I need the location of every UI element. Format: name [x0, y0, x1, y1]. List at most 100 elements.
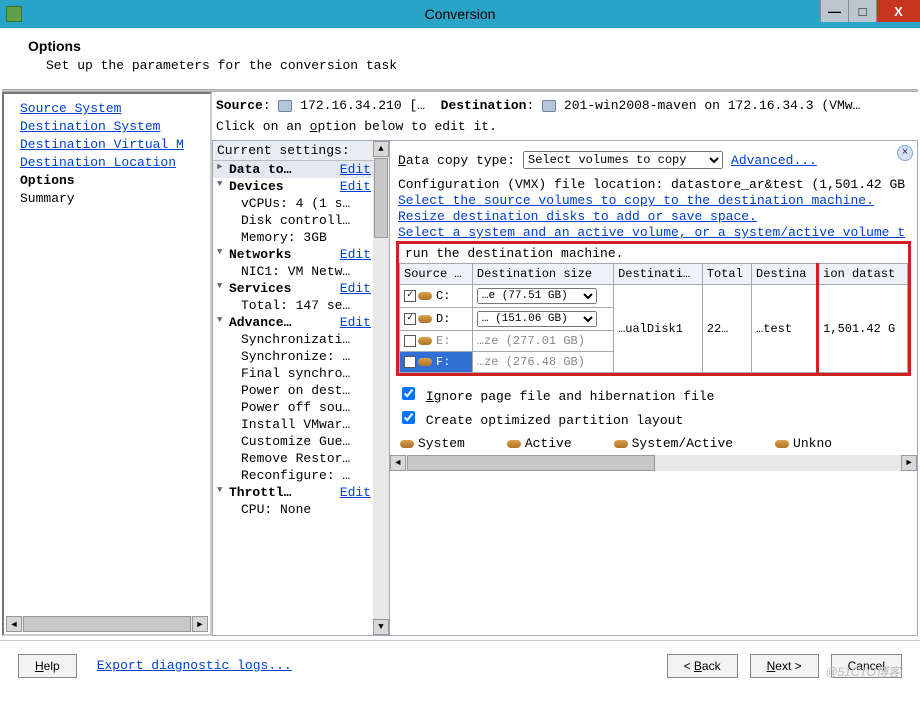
cancel-button[interactable]: Cancel — [831, 654, 902, 678]
tree-item-label: Devices — [229, 179, 336, 194]
tree-item[interactable]: ▼Throttl…Edit — [213, 484, 389, 501]
col-destina[interactable]: Destina — [752, 264, 818, 285]
size-select[interactable]: …e (77.51 GB) — [477, 288, 597, 304]
tree-header: Current settings: — [217, 143, 350, 158]
tree-item[interactable]: ►Data to…Edit — [213, 161, 389, 178]
table-row[interactable]: C: …e (77.51 GB) …ualDisk1 22… …test 1,5… — [400, 285, 908, 308]
tree-item[interactable]: ▼DevicesEdit — [213, 178, 389, 195]
col-total[interactable]: Total — [702, 264, 751, 285]
size-label: …ze (276.48 GB) — [472, 352, 613, 373]
tree-item[interactable]: Power off sou… — [213, 399, 389, 416]
tree-item[interactable]: Power on dest… — [213, 382, 389, 399]
tree-scrollbar[interactable]: ▲ ▼ — [373, 141, 389, 635]
select-system-link[interactable]: Select a system and an active volume, or… — [398, 225, 905, 240]
tree-item-label: Install VMwar… — [241, 417, 371, 432]
detail-scrollbar[interactable]: ◄ ► — [390, 455, 917, 471]
help-button[interactable]: Help — [18, 654, 77, 678]
nav-options[interactable]: Options — [20, 172, 208, 190]
ignore-pagefile-checkbox[interactable]: Ignore page file and hibernation file — [398, 384, 909, 404]
volume-checkbox[interactable] — [404, 313, 416, 325]
tree-item[interactable]: ▼NetworksEdit — [213, 246, 389, 263]
scroll-down-icon[interactable]: ▼ — [373, 619, 389, 635]
tree-item-label: Networks — [229, 247, 336, 262]
tree-item[interactable]: Memory: 3GB — [213, 229, 389, 246]
tree-item[interactable]: Install VMwar… — [213, 416, 389, 433]
col-dest-disk[interactable]: Destinati… — [614, 264, 703, 285]
drive-label: C: — [436, 289, 450, 303]
scroll-right-icon[interactable]: ► — [901, 455, 917, 471]
tree-item[interactable]: Customize Gue… — [213, 433, 389, 450]
panel-close-icon[interactable]: × — [897, 145, 913, 161]
source-value: 172.16.34.210 [… — [300, 98, 425, 113]
edit-link[interactable]: Edit — [340, 179, 371, 194]
tree-item-label: Data to… — [229, 162, 336, 177]
scroll-thumb[interactable] — [23, 616, 191, 632]
disk-icon — [418, 292, 432, 300]
maximize-button[interactable]: □ — [848, 0, 876, 22]
size-select[interactable]: … (151.06 GB) — [477, 311, 597, 327]
disk-icon — [775, 440, 789, 448]
select-source-link[interactable]: Select the source volumes to copy to the… — [398, 193, 874, 208]
tree-item[interactable]: vCPUs: 4 (1 s… — [213, 195, 389, 212]
tree-item[interactable]: ▼Advance…Edit — [213, 314, 389, 331]
source-dest-line: Source: 172.16.34.210 [… Destination: 20… — [212, 92, 918, 119]
nav-scrollbar[interactable]: ◄ ► — [6, 616, 208, 632]
edit-link[interactable]: Edit — [340, 315, 371, 330]
close-button[interactable]: X — [876, 0, 920, 22]
minimize-button[interactable]: — — [820, 0, 848, 22]
tree-item[interactable]: Synchronizati… — [213, 331, 389, 348]
col-datastore[interactable]: ion datast — [818, 264, 908, 285]
tree-item[interactable]: Remove Restor… — [213, 450, 389, 467]
tree-item[interactable]: Disk controll… — [213, 212, 389, 229]
total-cell: 22… — [702, 285, 751, 373]
tree-item[interactable]: Final synchro… — [213, 365, 389, 382]
edit-link[interactable]: Edit — [340, 485, 371, 500]
nav-destination-virtual-machine[interactable]: Destination Virtual M — [20, 136, 208, 154]
legend-active: Active — [525, 436, 572, 451]
scroll-left-icon[interactable]: ◄ — [390, 455, 406, 471]
scroll-up-icon[interactable]: ▲ — [373, 141, 389, 157]
scroll-thumb[interactable] — [407, 455, 655, 471]
optimize-layout-checkbox[interactable]: Create optimized partition layout — [398, 408, 909, 428]
scroll-right-icon[interactable]: ► — [192, 616, 208, 632]
edit-link[interactable]: Edit — [340, 281, 371, 296]
tree-item[interactable]: ▼ServicesEdit — [213, 280, 389, 297]
col-source[interactable]: Source … — [400, 264, 473, 285]
legend-unknown: Unkno — [793, 436, 832, 451]
volume-checkbox[interactable] — [404, 335, 416, 347]
disk-icon — [400, 440, 414, 448]
edit-link[interactable]: Edit — [340, 247, 371, 262]
tree-item-label: Final synchro… — [241, 366, 371, 381]
datastore-cell: 1,501.42 G — [818, 285, 908, 373]
source-label: Source — [216, 98, 263, 113]
tree-item-label: Reconfigure: … — [241, 468, 371, 483]
nav-destination-location[interactable]: Destination Location — [20, 154, 208, 172]
volume-checkbox[interactable] — [404, 356, 416, 368]
advanced-link[interactable]: Advanced... — [731, 153, 817, 168]
tree-item[interactable]: NIC1: VM Netw… — [213, 263, 389, 280]
col-dest-size[interactable]: Destination size — [472, 264, 613, 285]
host-icon — [542, 100, 556, 112]
next-button[interactable]: Next > — [750, 654, 819, 678]
volume-checkbox[interactable] — [404, 290, 416, 302]
tree-item-label: Power off sou… — [241, 400, 371, 415]
resize-link[interactable]: Resize destination disks to add or save … — [398, 209, 757, 224]
edit-link[interactable]: Edit — [340, 162, 371, 177]
page-header: Options Set up the parameters for the co… — [0, 28, 920, 89]
tree-item[interactable]: CPU: None — [213, 501, 389, 518]
scroll-thumb[interactable] — [374, 158, 388, 238]
export-logs-link[interactable]: Export diagnostic logs... — [97, 658, 292, 673]
nav-destination-system[interactable]: Destination System — [20, 118, 208, 136]
nav-summary[interactable]: Summary — [20, 190, 208, 208]
nav-source-system[interactable]: Source System — [20, 100, 208, 118]
footer: Help Export diagnostic logs... < Back Ne… — [0, 640, 920, 690]
back-button[interactable]: < Back — [667, 654, 738, 678]
tree-item[interactable]: Synchronize: … — [213, 348, 389, 365]
caret-icon: ▼ — [217, 485, 229, 500]
tree-item[interactable]: Total: 147 se… — [213, 297, 389, 314]
caret-icon: ▼ — [217, 281, 229, 296]
data-copy-select[interactable]: Select volumes to copy — [523, 151, 723, 169]
data-copy-label: Data copy type: — [398, 153, 515, 168]
scroll-left-icon[interactable]: ◄ — [6, 616, 22, 632]
tree-item[interactable]: Reconfigure: … — [213, 467, 389, 484]
